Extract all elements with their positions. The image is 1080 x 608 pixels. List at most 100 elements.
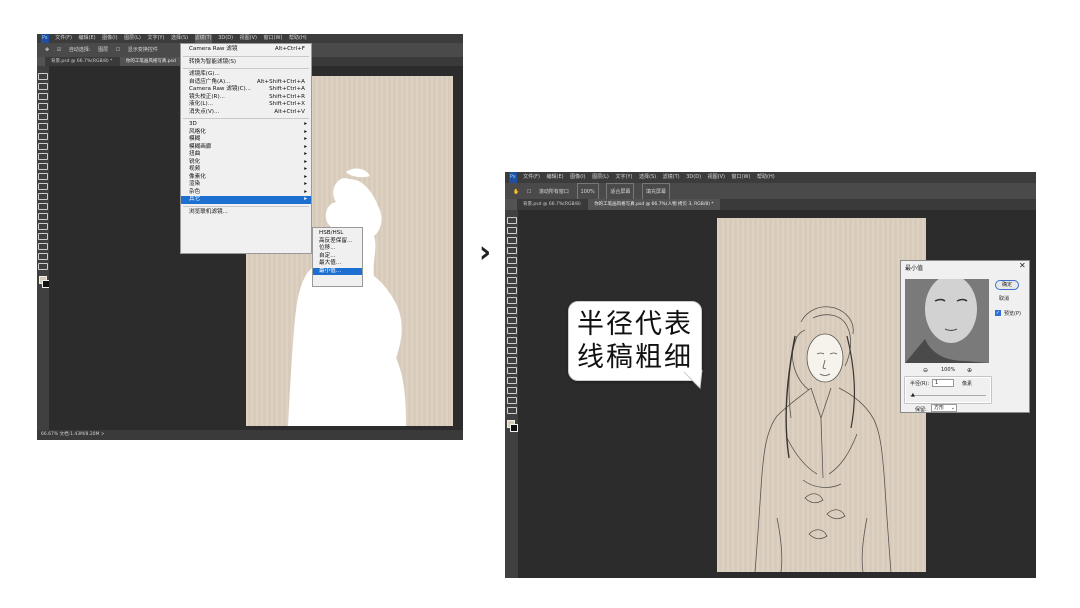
shape-tool-icon[interactable] xyxy=(38,243,48,250)
crop-tool-icon[interactable] xyxy=(38,113,48,120)
stamp-tool-icon[interactable] xyxy=(38,153,48,160)
menu-file[interactable]: 文件(F) xyxy=(55,34,72,43)
menu-item-other[interactable]: 其它 ▸ xyxy=(181,196,311,204)
submenu-item-maximum[interactable]: 最大值... xyxy=(313,260,362,268)
menu-item-video[interactable]: 视频 ▸ xyxy=(181,166,311,174)
menu-image[interactable]: 图像(I) xyxy=(570,172,585,183)
blur-tool-icon[interactable] xyxy=(506,337,517,344)
menu-item-camera-raw-last[interactable]: Camera Raw 滤镜 Alt+Ctrl+F xyxy=(181,46,311,54)
submenu-item-custom[interactable]: 自定... xyxy=(313,253,362,261)
color-swatches[interactable] xyxy=(37,274,50,290)
tab-background-psd[interactable]: 背景.psd @ 66.7%(RGB/8) xyxy=(517,199,587,210)
menu-filter[interactable]: 滤镜(T) xyxy=(194,34,212,43)
menu-item-distort[interactable]: 扭曲 ▸ xyxy=(181,151,311,159)
zoom-tool-icon[interactable] xyxy=(506,407,517,414)
menu-item-sharpen[interactable]: 锐化 ▸ xyxy=(181,159,311,167)
menu-item-blur[interactable]: 模糊 ▸ xyxy=(181,136,311,144)
scroll-all-checkbox[interactable]: ☐ xyxy=(527,184,531,199)
tab-portrait-psd[interactable]: 你的工笔画风格写真.psd xyxy=(119,57,182,66)
menu-item-pixelate[interactable]: 像素化 ▸ xyxy=(181,174,311,182)
gradient-tool-icon[interactable] xyxy=(506,327,517,334)
blur-tool-icon[interactable] xyxy=(38,193,48,200)
lasso-tool-icon[interactable] xyxy=(38,93,48,100)
menu-view[interactable]: 视图(V) xyxy=(240,34,257,43)
fill-screen-button[interactable]: 填充屏幕 xyxy=(642,183,671,199)
menu-type[interactable]: 文字(Y) xyxy=(615,172,632,183)
auto-select-checkbox[interactable]: ☑ xyxy=(57,43,61,57)
zoom-100-button[interactable]: 100% xyxy=(576,183,599,199)
tab-portrait-psd[interactable]: 你的工笔画风格写真.psd @ 66.7%(人物 拷贝 3, RGB/8) * xyxy=(588,199,720,210)
quick-select-tool-icon[interactable] xyxy=(38,103,48,110)
menu-item-convert-smart-filter[interactable]: 转换为智能滤镜(S) xyxy=(181,59,311,67)
preview-thumbnail[interactable] xyxy=(905,279,989,363)
menu-filter[interactable]: 滤镜(T) xyxy=(663,172,680,183)
dodge-tool-icon[interactable] xyxy=(506,347,517,354)
fit-screen-button[interactable]: 适合屏幕 xyxy=(606,183,635,199)
menu-layer[interactable]: 图层(L) xyxy=(592,172,609,183)
menu-edit[interactable]: 编辑(E) xyxy=(79,34,96,43)
menu-item-3d[interactable]: 3D ▸ xyxy=(181,121,311,129)
menu-layer[interactable]: 图层(L) xyxy=(124,34,141,43)
menu-file[interactable]: 文件(F) xyxy=(523,172,540,183)
move-tool-icon[interactable]: ✥ xyxy=(45,43,49,57)
submenu-item-minimum[interactable]: 最小值... xyxy=(313,267,362,275)
marquee-tool-icon[interactable] xyxy=(38,83,48,90)
ok-button[interactable]: 确定 xyxy=(995,280,1019,290)
menu-item-noise[interactable]: 杂色 ▸ xyxy=(181,189,311,197)
menu-item-liquify[interactable]: 液化(L)... Shift+Ctrl+X xyxy=(181,101,311,109)
move-tool-icon[interactable] xyxy=(38,73,48,80)
keep-dropdown[interactable]: 方形 ⌄ xyxy=(931,404,957,412)
menu-image[interactable]: 图像(I) xyxy=(102,34,117,43)
history-brush-icon[interactable] xyxy=(506,307,517,314)
menu-item-blur-gallery[interactable]: 模糊画廊 ▸ xyxy=(181,144,311,152)
menu-3d[interactable]: 3D(D) xyxy=(686,172,701,183)
healing-brush-icon[interactable] xyxy=(38,133,48,140)
auto-select-dropdown[interactable]: 图层 xyxy=(98,43,108,57)
stamp-tool-icon[interactable] xyxy=(506,297,517,304)
menu-3d[interactable]: 3D(D) xyxy=(218,34,233,43)
pen-tool-icon[interactable] xyxy=(506,357,517,364)
marquee-tool-icon[interactable] xyxy=(506,227,517,234)
color-swatches[interactable] xyxy=(505,418,518,434)
zoom-in-icon[interactable]: ⊕ xyxy=(967,367,972,374)
shape-tool-icon[interactable] xyxy=(506,387,517,394)
path-select-icon[interactable] xyxy=(38,233,48,240)
gradient-tool-icon[interactable] xyxy=(38,183,48,190)
menu-window[interactable]: 窗口(W) xyxy=(732,172,751,183)
zoom-tool-icon[interactable] xyxy=(38,263,48,270)
hand-tool-icon[interactable] xyxy=(506,397,517,404)
tab-background-psd[interactable]: 背景.psd @ 66.7%(RGB/8) * xyxy=(45,57,118,66)
radius-slider-track[interactable] xyxy=(910,395,986,396)
zoom-out-icon[interactable]: ⊖ xyxy=(923,367,928,374)
brush-tool-icon[interactable] xyxy=(506,287,517,294)
radius-input[interactable]: 1 xyxy=(932,379,954,387)
eyedropper-tool-icon[interactable] xyxy=(506,267,517,274)
menu-item-filter-gallery[interactable]: 滤镜库(G)... xyxy=(181,71,311,79)
menu-select[interactable]: 选择(S) xyxy=(639,172,656,183)
path-select-icon[interactable] xyxy=(506,377,517,384)
pen-tool-icon[interactable] xyxy=(38,213,48,220)
move-tool-icon[interactable] xyxy=(506,217,517,224)
menu-edit[interactable]: 编辑(E) xyxy=(547,172,564,183)
show-transform-checkbox[interactable]: ☐ xyxy=(116,43,120,57)
crop-tool-icon[interactable] xyxy=(506,257,517,264)
menu-select[interactable]: 选择(S) xyxy=(171,34,188,43)
menu-help[interactable]: 帮助(H) xyxy=(289,34,307,43)
menu-view[interactable]: 视图(V) xyxy=(708,172,725,183)
eraser-tool-icon[interactable] xyxy=(506,317,517,324)
submenu-item-high-pass[interactable]: 高反差保留... xyxy=(313,238,362,246)
menu-item-render[interactable]: 渲染 ▸ xyxy=(181,181,311,189)
submenu-item-hsb-hsl[interactable]: HSB/HSL xyxy=(313,230,362,238)
close-icon[interactable]: ✕ xyxy=(1019,262,1026,270)
preview-checkbox[interactable]: ✓ xyxy=(995,310,1001,316)
menu-item-adaptive-wide-angle[interactable]: 自适应广角(A)... Alt+Shift+Ctrl+A xyxy=(181,79,311,87)
menu-window[interactable]: 窗口(W) xyxy=(264,34,283,43)
cancel-button[interactable]: 取消 xyxy=(999,295,1009,302)
menu-item-camera-raw[interactable]: Camera Raw 滤镜(C)... Shift+Ctrl+A xyxy=(181,86,311,94)
history-brush-icon[interactable] xyxy=(38,163,48,170)
text-tool-icon[interactable] xyxy=(38,223,48,230)
menu-item-lens-correction[interactable]: 镜头校正(R)... Shift+Ctrl+R xyxy=(181,94,311,102)
brush-tool-icon[interactable] xyxy=(38,143,48,150)
menu-help[interactable]: 帮助(H) xyxy=(757,172,775,183)
menu-item-stylize[interactable]: 风格化 ▸ xyxy=(181,129,311,137)
